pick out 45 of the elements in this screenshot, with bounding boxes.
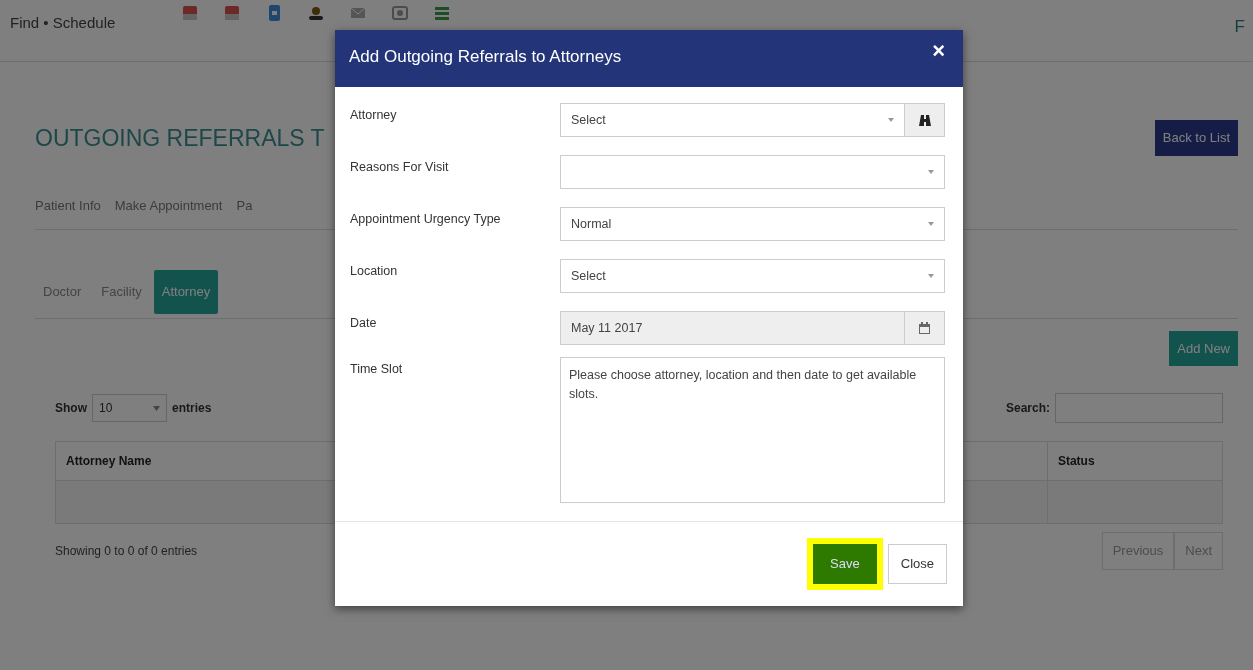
- back-to-list-button[interactable]: Back to List: [1154, 120, 1238, 156]
- field-label: Appointment Urgency Type: [350, 211, 502, 228]
- field-label: Reasons For Visit: [350, 159, 450, 176]
- page-length-select[interactable]: 10: [92, 394, 167, 422]
- table-info: Showing 0 to 0 of 0 entries: [55, 542, 198, 560]
- calendar-icon: [919, 322, 930, 334]
- nav-tab[interactable]: Pa: [236, 195, 253, 215]
- calendar-icon[interactable]: [222, 4, 242, 22]
- select-field[interactable]: Normal: [560, 207, 945, 241]
- sub-tab[interactable]: Facility: [93, 270, 150, 314]
- field-label: Attorney: [350, 107, 398, 124]
- close-button[interactable]: ×: [930, 39, 947, 62]
- calendar-icon[interactable]: [180, 4, 200, 22]
- sub-tab[interactable]: Attorney: [153, 270, 219, 314]
- logo-tagline: Find • Schedule: [10, 13, 117, 33]
- header-link[interactable]: F: [1234, 14, 1245, 40]
- field-label: Date: [350, 315, 378, 332]
- caret-icon: [928, 170, 934, 174]
- select-field[interactable]: Select: [560, 103, 945, 137]
- time-slot-message: Please choose attorney, location and then date to get available slots.: [560, 357, 945, 503]
- add-new-button[interactable]: Add New: [1169, 330, 1238, 366]
- caret-icon: [153, 405, 160, 411]
- select-field[interactable]: [560, 155, 945, 189]
- field-label: Location: [350, 263, 399, 280]
- list-icon[interactable]: [432, 4, 452, 22]
- search-label: Search:: [1005, 400, 1050, 417]
- sub-tab[interactable]: Doctor: [35, 270, 90, 314]
- select-field[interactable]: Select: [560, 259, 945, 293]
- page-title: OUTGOING REFERRALS T: [35, 123, 325, 153]
- nav-tab[interactable]: Patient Info: [35, 195, 101, 215]
- caret-icon: [928, 222, 934, 226]
- column-header[interactable]: Status: [1047, 441, 1223, 481]
- camera-icon[interactable]: [390, 4, 410, 22]
- binoculars-icon: [918, 113, 931, 127]
- show-label: Show: [55, 400, 87, 417]
- caret-icon: [888, 118, 894, 122]
- search-field[interactable]: [1055, 393, 1223, 423]
- nav-tab[interactable]: Make Appointment: [114, 195, 223, 215]
- caret-icon: [928, 274, 934, 278]
- entries-label: entries: [172, 400, 212, 417]
- user-icon[interactable]: [306, 4, 326, 22]
- modal-title: Add Outgoing Referrals to Attorneys: [349, 45, 622, 68]
- field-label: Time Slot: [350, 361, 404, 378]
- close-button[interactable]: Close: [887, 544, 947, 584]
- lookup-button[interactable]: [904, 104, 944, 136]
